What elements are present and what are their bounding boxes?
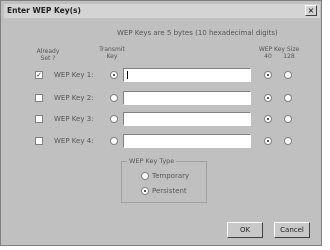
size-128-radio-2[interactable] xyxy=(284,94,292,102)
transmit-key-radio-1[interactable] xyxy=(110,71,118,79)
wep-key-4-input[interactable] xyxy=(123,134,251,148)
wep-key-3-label: WEP Key 3: xyxy=(54,115,94,123)
already-set-checkbox-2[interactable] xyxy=(35,94,43,102)
text-caret xyxy=(127,71,128,79)
size-40-radio-3[interactable] xyxy=(264,115,272,123)
transmit-key-radio-2[interactable] xyxy=(110,94,118,102)
dialog-title: Enter WEP Key(s) xyxy=(4,4,320,18)
wep-key-1-input[interactable] xyxy=(123,68,251,82)
wep-key-3-input[interactable] xyxy=(123,112,251,126)
wep-key-type-group xyxy=(121,161,207,203)
transmit-key-header: Transmit Key xyxy=(99,46,125,60)
already-set-checkbox-4[interactable] xyxy=(35,137,43,145)
wep-key-4-label: WEP Key 4: xyxy=(54,137,94,145)
close-button[interactable]: × xyxy=(305,5,317,16)
wep-key-dialog: Enter WEP Key(s) × WEP Keys are 5 bytes … xyxy=(0,0,322,246)
persistent-label: Persistent xyxy=(152,187,187,195)
already-set-checkbox-3[interactable] xyxy=(35,115,43,123)
persistent-radio[interactable] xyxy=(141,187,149,195)
wep-key-size-header: WEP Key Size xyxy=(258,46,300,53)
transmit-key-radio-3[interactable] xyxy=(110,115,118,123)
size-40-radio-1[interactable] xyxy=(264,71,272,79)
size-40-radio-2[interactable] xyxy=(264,94,272,102)
cancel-button[interactable]: Cancel xyxy=(274,222,310,238)
temporary-label: Temporary xyxy=(152,172,190,180)
ok-button[interactable]: OK xyxy=(227,222,263,238)
wep-key-type-label: WEP Key Type xyxy=(127,157,177,165)
wep-key-1-label: WEP Key 1: xyxy=(54,71,94,79)
size-40-header: 40 xyxy=(264,53,272,60)
temporary-radio[interactable] xyxy=(141,172,149,180)
size-40-radio-4[interactable] xyxy=(264,137,272,145)
already-set-header: Already Set ? xyxy=(36,48,60,62)
size-128-radio-4[interactable] xyxy=(284,137,292,145)
size-128-radio-3[interactable] xyxy=(284,115,292,123)
already-set-checkbox-1[interactable]: ✓ xyxy=(35,71,43,79)
transmit-key-radio-4[interactable] xyxy=(110,137,118,145)
wep-info-text: WEP Keys are 5 bytes (10 hexadecimal dig… xyxy=(117,29,278,37)
wep-key-2-input[interactable] xyxy=(123,91,251,105)
size-128-radio-1[interactable] xyxy=(284,71,292,79)
wep-key-2-label: WEP Key 2: xyxy=(54,94,94,102)
size-128-header: 128 xyxy=(283,53,295,60)
